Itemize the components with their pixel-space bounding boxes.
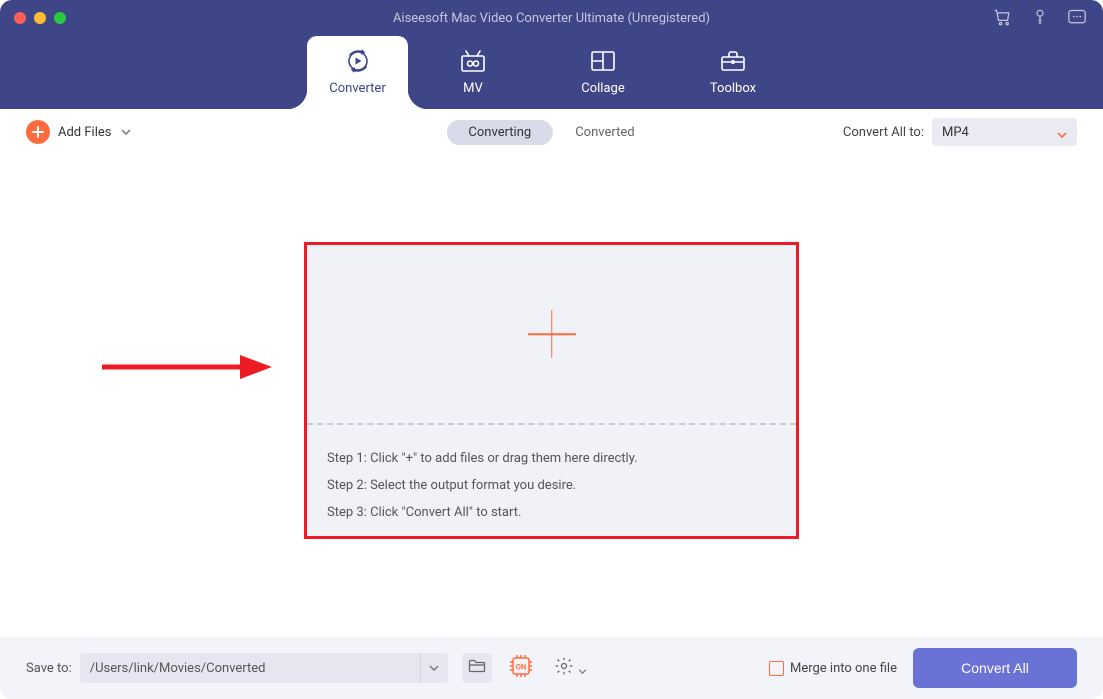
toolbar: Add Files Converting Converted Convert A… — [0, 109, 1103, 155]
app-window: Aiseesoft Mac Video Converter Ultimate (… — [0, 0, 1103, 699]
save-path-field[interactable]: /Users/link/Movies/Converted — [80, 653, 420, 683]
add-files-button[interactable]: Add Files — [26, 120, 111, 144]
toolbox-icon — [719, 49, 747, 73]
save-to-label: Save to: — [26, 661, 72, 676]
close-window-button[interactable] — [14, 12, 26, 24]
cart-icon[interactable] — [993, 7, 1013, 27]
maximize-window-button[interactable] — [54, 12, 66, 24]
nav-tabs: Converter MV — [0, 36, 1103, 109]
main-area: Step 1: Click "+" to add files or drag t… — [0, 155, 1103, 637]
add-files-dropdown[interactable] — [121, 129, 131, 135]
footer-bar: Save to: /Users/link/Movies/Converted — [0, 637, 1103, 699]
gpu-chip-icon: ON — [508, 653, 534, 683]
folder-icon — [468, 658, 486, 678]
settings-button[interactable] — [554, 656, 587, 680]
key-icon[interactable] — [1031, 7, 1049, 27]
converter-icon — [344, 49, 372, 73]
segment-converted[interactable]: Converted — [553, 120, 656, 145]
save-path-value: /Users/link/Movies/Converted — [90, 661, 266, 676]
feedback-icon[interactable] — [1067, 8, 1087, 26]
status-segment-control: Converting Converted — [446, 120, 656, 145]
drop-zone-add-area[interactable] — [307, 245, 796, 423]
plus-icon — [26, 120, 50, 144]
convert-all-to-label: Convert All to: — [843, 125, 924, 140]
add-files-label: Add Files — [58, 125, 111, 140]
tab-label: MV — [463, 81, 483, 96]
tab-label: Converter — [329, 81, 385, 96]
merge-checkbox[interactable] — [769, 661, 784, 676]
app-title: Aiseesoft Mac Video Converter Ultimate (… — [393, 11, 710, 26]
app-header: Aiseesoft Mac Video Converter Ultimate (… — [0, 0, 1103, 109]
chevron-down-icon — [578, 659, 587, 678]
convert-all-to: Convert All to: MP4 — [843, 118, 1077, 146]
traffic-lights — [14, 12, 66, 24]
gpu-accel-button[interactable]: ON — [506, 653, 536, 683]
tab-toolbox[interactable]: Toolbox — [668, 36, 798, 109]
header-right-icons — [993, 7, 1087, 27]
tab-converter[interactable]: Converter — [307, 36, 408, 109]
steps-help: Step 1: Click "+" to add files or drag t… — [307, 425, 796, 530]
chevron-down-icon — [1057, 123, 1067, 142]
merge-label: Merge into one file — [790, 661, 897, 676]
format-selected-value: MP4 — [942, 125, 969, 140]
save-path-dropdown[interactable] — [420, 653, 448, 683]
tab-label: Toolbox — [710, 81, 756, 96]
tab-collage[interactable]: Collage — [538, 36, 668, 109]
titlebar: Aiseesoft Mac Video Converter Ultimate (… — [0, 0, 1103, 36]
collage-icon — [589, 49, 617, 73]
add-large-plus-icon — [528, 310, 576, 358]
minimize-window-button[interactable] — [34, 12, 46, 24]
annotation-arrow-icon — [100, 351, 272, 387]
segment-converting[interactable]: Converting — [446, 120, 553, 145]
convert-all-button[interactable]: Convert All — [913, 648, 1077, 688]
drop-zone[interactable]: Step 1: Click "+" to add files or drag t… — [304, 242, 799, 539]
merge-option: Merge into one file — [769, 661, 897, 676]
svg-text:ON: ON — [515, 663, 525, 672]
open-folder-button[interactable] — [462, 653, 492, 683]
tab-label: Collage — [581, 81, 624, 96]
step-1: Step 1: Click "+" to add files or drag t… — [327, 451, 776, 466]
step-2: Step 2: Select the output format you des… — [327, 478, 776, 493]
format-select[interactable]: MP4 — [932, 118, 1077, 146]
mv-icon — [459, 49, 487, 73]
step-3: Step 3: Click "Convert All" to start. — [327, 505, 776, 520]
gear-icon — [554, 656, 574, 680]
